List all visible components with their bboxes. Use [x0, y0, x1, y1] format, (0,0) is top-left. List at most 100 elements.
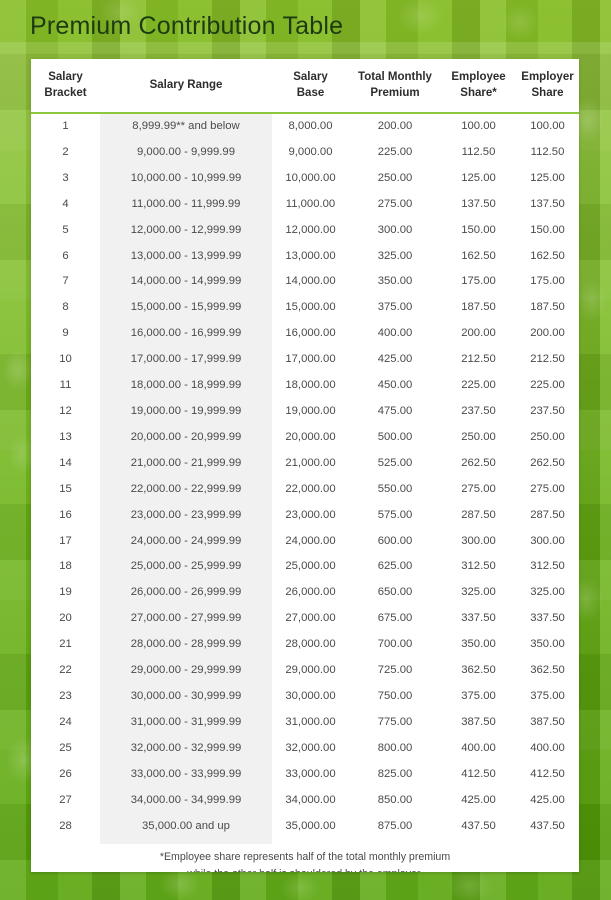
cell-employee-share: 387.50 [461, 715, 496, 728]
cell-salary-base: 13,000.00 [285, 249, 336, 262]
cell-employee-share: 112.50 [461, 145, 496, 158]
table-row: 3 10,000.00 - 10,999.99 10,000.00 250.00 125… [31, 165, 579, 192]
cell-employer-share: 200.00 [530, 327, 565, 340]
cell-salary-base: 12,000.00 [285, 223, 336, 236]
cell-total-monthly-premium: 500.00 [377, 430, 413, 443]
footnotes: *Employee share represents half of the t… [31, 839, 579, 872]
header-line: Premium [370, 86, 420, 99]
cell-salary-range: 27,000.00 - 27,999.99 [100, 606, 272, 633]
cell-salary-base: 10,000.00 [285, 171, 336, 184]
cell-salary-base: 25,000.00 [285, 560, 336, 573]
cell-salary-bracket: 1 [62, 120, 69, 133]
table-row: 2 9,000.00 - 9,999.99 9,000.00 225.00 112.50… [31, 139, 579, 166]
cell-salary-range: 26,000.00 - 26,999.99 [100, 580, 272, 607]
cell-salary-range: 33,000.00 - 33,999.99 [100, 761, 272, 788]
cell-total-monthly-premium: 550.00 [377, 482, 413, 495]
table-row: 21 28,000.00 - 28,999.99 28,000.00 700.00 35… [31, 632, 579, 659]
footnote-line: *Employee share represents half of the t… [159, 851, 451, 864]
cell-salary-bracket: 27 [59, 793, 72, 806]
cell-salary-range: 9,000.00 - 9,999.99 [100, 139, 272, 166]
header-line: Base [296, 86, 325, 99]
cell-salary-base: 23,000.00 [285, 508, 336, 521]
column-header-total-monthly-premium: Total Monthly Premium [349, 59, 441, 113]
cell-employer-share: 312.50 [530, 560, 565, 573]
cell-total-monthly-premium: 825.00 [377, 767, 413, 780]
table-body: 1 8,999.99** and below 8,000.00 200.00 100.0… [31, 113, 579, 840]
cell-employer-share: 400.00 [530, 741, 565, 754]
cell-salary-base: 31,000.00 [285, 715, 336, 728]
cell-salary-range: 19,000.00 - 19,999.99 [100, 399, 272, 425]
cell-salary-range: 30,000.00 - 30,999.99 [100, 683, 272, 710]
cell-salary-base: 18,000.00 [285, 379, 336, 392]
table-row: 28 35,000.00 and up 35,000.00 875.00 437.50 4… [31, 813, 579, 840]
cell-employer-share: 150.00 [530, 223, 565, 236]
cell-employer-share: 287.50 [530, 508, 565, 521]
premium-contribution-card: Salary Bracket Salary Range Salary Base … [31, 59, 579, 872]
cell-employee-share: 100.00 [461, 120, 496, 133]
cell-salary-bracket: 15 [59, 482, 72, 495]
cell-employer-share: 137.50 [530, 197, 565, 210]
cell-total-monthly-premium: 700.00 [377, 638, 413, 651]
cell-employee-share: 250.00 [461, 430, 496, 443]
column-header-salary-base: Salary Base [272, 59, 349, 113]
cell-employee-share: 137.50 [461, 197, 496, 210]
footnote-employee-share: *Employee share represents half of the t… [51, 849, 559, 872]
table-row: 19 26,000.00 - 26,999.99 26,000.00 650.00 32… [31, 580, 579, 607]
table-row: 15 22,000.00 - 22,999.99 22,000.00 550.00 27… [31, 476, 579, 503]
table-row: 25 32,000.00 - 32,999.99 32,000.00 800.00 40… [31, 735, 579, 762]
cell-total-monthly-premium: 675.00 [377, 612, 413, 625]
cell-total-monthly-premium: 850.00 [377, 793, 413, 806]
cell-employee-share: 212.50 [461, 353, 496, 366]
cell-salary-bracket: 9 [62, 327, 69, 340]
cell-total-monthly-premium: 600.00 [377, 534, 413, 547]
cell-salary-range: 18,000.00 - 18,999.99 [100, 373, 272, 399]
header-line: Share* [460, 86, 497, 99]
cell-employer-share: 375.00 [530, 689, 565, 702]
cell-salary-base: 15,000.00 [285, 301, 336, 314]
header-line: Salary [48, 71, 83, 83]
cell-salary-range: 24,000.00 - 24,999.99 [100, 528, 272, 555]
cell-salary-bracket: 3 [62, 171, 69, 184]
header-line: Salary [293, 71, 328, 83]
cell-employee-share: 425.00 [461, 793, 496, 806]
table-row: 20 27,000.00 - 27,999.99 27,000.00 675.00 33… [31, 606, 579, 633]
column-header-salary-bracket: Salary Bracket [31, 59, 100, 113]
cell-salary-bracket: 21 [59, 638, 72, 651]
cell-employer-share: 262.50 [530, 456, 565, 469]
table-row: 13 20,000.00 - 20,999.99 20,000.00 500.00 25… [31, 424, 579, 451]
cell-salary-base: 20,000.00 [285, 430, 336, 443]
cell-employee-share: 437.50 [461, 819, 496, 832]
cell-salary-range: 25,000.00 - 25,999.99 [100, 554, 272, 581]
cell-salary-bracket: 8 [62, 301, 69, 314]
cell-salary-bracket: 14 [59, 456, 72, 469]
cell-total-monthly-premium: 300.00 [377, 223, 413, 236]
header-line: Employer [521, 71, 574, 83]
cell-total-monthly-premium: 750.00 [377, 689, 413, 702]
cell-salary-base: 21,000.00 [285, 456, 336, 469]
cell-employee-share: 287.50 [461, 508, 496, 521]
header-line: Employee [451, 71, 506, 83]
cell-employer-share: 425.00 [530, 793, 565, 806]
cell-employee-share: 375.00 [461, 689, 496, 702]
table-row: 9 16,000.00 - 16,999.99 16,000.00 400.00 200… [31, 321, 579, 348]
cell-total-monthly-premium: 225.00 [377, 145, 413, 158]
cell-total-monthly-premium: 350.00 [377, 275, 413, 288]
table-row: 5 12,000.00 - 12,999.99 12,000.00 300.00 150… [31, 217, 579, 244]
cell-salary-range: 16,000.00 - 16,999.99 [100, 321, 272, 348]
cell-salary-range: 11,000.00 - 11,999.99 [100, 191, 272, 218]
cell-salary-bracket: 25 [59, 741, 72, 754]
cell-employer-share: 187.50 [530, 301, 565, 314]
cell-employer-share: 412.50 [530, 767, 565, 780]
cell-employee-share: 337.50 [461, 612, 496, 625]
table-row: 18 25,000.00 - 25,999.99 25,000.00 625.00 31… [31, 554, 579, 581]
cell-employee-share: 187.50 [461, 301, 496, 314]
cell-total-monthly-premium: 400.00 [377, 327, 413, 340]
cell-salary-base: 29,000.00 [285, 664, 336, 677]
cell-salary-base: 19,000.00 [285, 405, 336, 417]
table-row: 11 18,000.00 - 18,999.99 18,000.00 450.00 22… [31, 373, 579, 399]
table-row: 17 24,000.00 - 24,999.99 24,000.00 600.00 30… [31, 528, 579, 555]
cell-salary-bracket: 13 [59, 430, 72, 443]
cell-total-monthly-premium: 375.00 [377, 301, 413, 314]
header-line: Salary Range [149, 78, 223, 91]
cell-salary-range: 20,000.00 - 20,999.99 [100, 424, 272, 451]
